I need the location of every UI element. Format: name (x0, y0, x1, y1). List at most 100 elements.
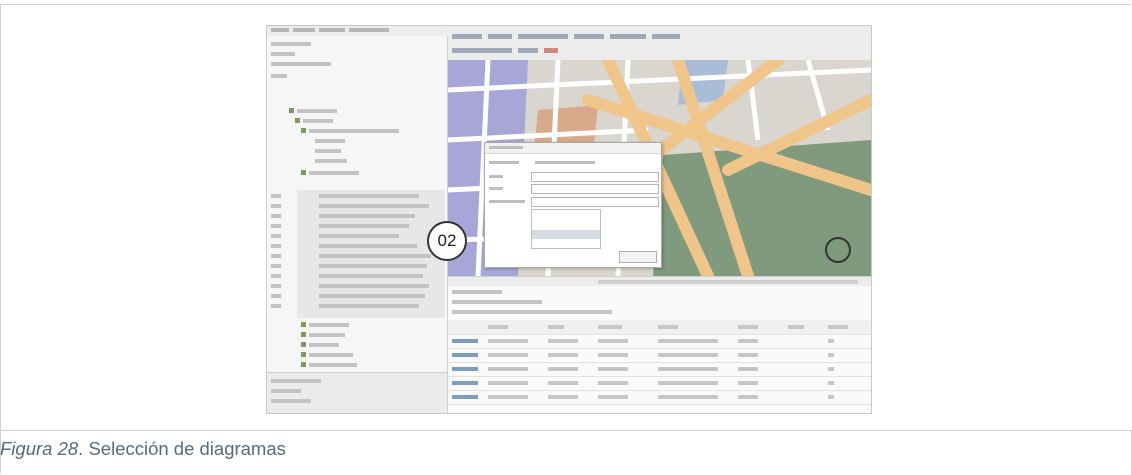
row-icons (452, 381, 478, 385)
map-toolbar (448, 26, 871, 61)
step-callout: 02 (427, 221, 467, 261)
table-cell (598, 339, 628, 343)
tree-item (297, 109, 337, 113)
table-header-cell (548, 325, 564, 329)
table-header-cell (658, 325, 678, 329)
field-label (489, 175, 503, 178)
caption-label: Figura 28 (0, 438, 79, 459)
panel-footer (267, 372, 447, 413)
table-header-cell (788, 325, 804, 329)
dialog-button (619, 251, 657, 263)
tree-item (319, 224, 409, 228)
table-cell (658, 381, 718, 385)
tree-index (271, 194, 281, 198)
table-row (448, 390, 871, 405)
tree-item (315, 139, 345, 143)
menu-item (349, 28, 389, 32)
dropdown-options (531, 209, 601, 249)
table-row (448, 334, 871, 349)
panel-title (271, 42, 311, 46)
table-cell (738, 353, 758, 357)
table-cell (488, 367, 528, 371)
layer-icon (301, 170, 306, 175)
tree-item (319, 264, 427, 268)
tree-item (319, 254, 431, 258)
table-row (448, 362, 871, 377)
table-cell (598, 395, 628, 399)
tree-item (309, 171, 359, 175)
catalog-panel (267, 36, 448, 413)
toolbar-button (574, 34, 604, 39)
tree-index (271, 264, 281, 268)
toolbar-button (518, 48, 538, 53)
table-cell (488, 353, 528, 357)
tree-index (271, 204, 281, 208)
panel-row (271, 74, 287, 78)
toolbar-button (652, 34, 680, 39)
table-subtitle (452, 310, 612, 314)
tree-item (319, 204, 429, 208)
menu-item (293, 28, 315, 32)
field-label (489, 200, 525, 203)
tree-item (309, 333, 345, 337)
table-cell (828, 353, 834, 357)
dropdown-select (531, 184, 659, 194)
tree-index (271, 244, 281, 248)
field-label (489, 187, 503, 190)
dropdown-select (531, 172, 659, 182)
table-cell (488, 395, 528, 399)
field-value (535, 161, 595, 164)
folder-icon (295, 118, 300, 123)
table-header-cell (828, 325, 848, 329)
tree-index (271, 254, 281, 258)
table-header-cell (488, 325, 508, 329)
row-icons (452, 353, 478, 357)
menu-bar (267, 26, 447, 36)
table-cell (548, 381, 578, 385)
table-title (452, 290, 502, 294)
table-cell (548, 353, 578, 357)
row-icons (452, 395, 478, 399)
panel-row (271, 52, 295, 56)
tree-index (271, 214, 281, 218)
tree-item (319, 244, 417, 248)
tree-item (319, 294, 425, 298)
table-cell (548, 339, 578, 343)
tree-item (309, 323, 349, 327)
table-cell (488, 339, 528, 343)
tree-index (271, 304, 281, 308)
tree-index (271, 224, 281, 228)
tree-index (271, 294, 281, 298)
tree-item (309, 129, 399, 133)
table-cell (548, 367, 578, 371)
footer-item (271, 399, 311, 403)
tree-item (319, 284, 429, 288)
table-header (448, 320, 871, 335)
tree-item (309, 353, 353, 357)
table-cell (598, 367, 628, 371)
table-row (448, 376, 871, 391)
table-cell (658, 367, 718, 371)
menu-item (271, 28, 289, 32)
tree-index (271, 234, 281, 238)
table-cell (828, 339, 834, 343)
embedded-gis-screenshot: 02 (266, 25, 872, 414)
table-cell (828, 395, 834, 399)
layer-icon (301, 322, 306, 327)
row-icons (452, 339, 478, 343)
table-subtitle (452, 300, 542, 304)
toolbar-button (518, 34, 568, 39)
menu-item (319, 28, 345, 32)
table-row (448, 348, 871, 363)
table-cell (828, 367, 834, 371)
tree-item (319, 194, 419, 198)
caption-separator: . (78, 438, 89, 459)
table-cell (598, 381, 628, 385)
toolbar-button (610, 34, 646, 39)
toolbar-button (544, 48, 558, 53)
layer-icon (301, 128, 306, 133)
tree-item (315, 159, 347, 163)
table-cell (598, 353, 628, 357)
tree-item (309, 363, 357, 367)
folder-icon (289, 108, 294, 113)
